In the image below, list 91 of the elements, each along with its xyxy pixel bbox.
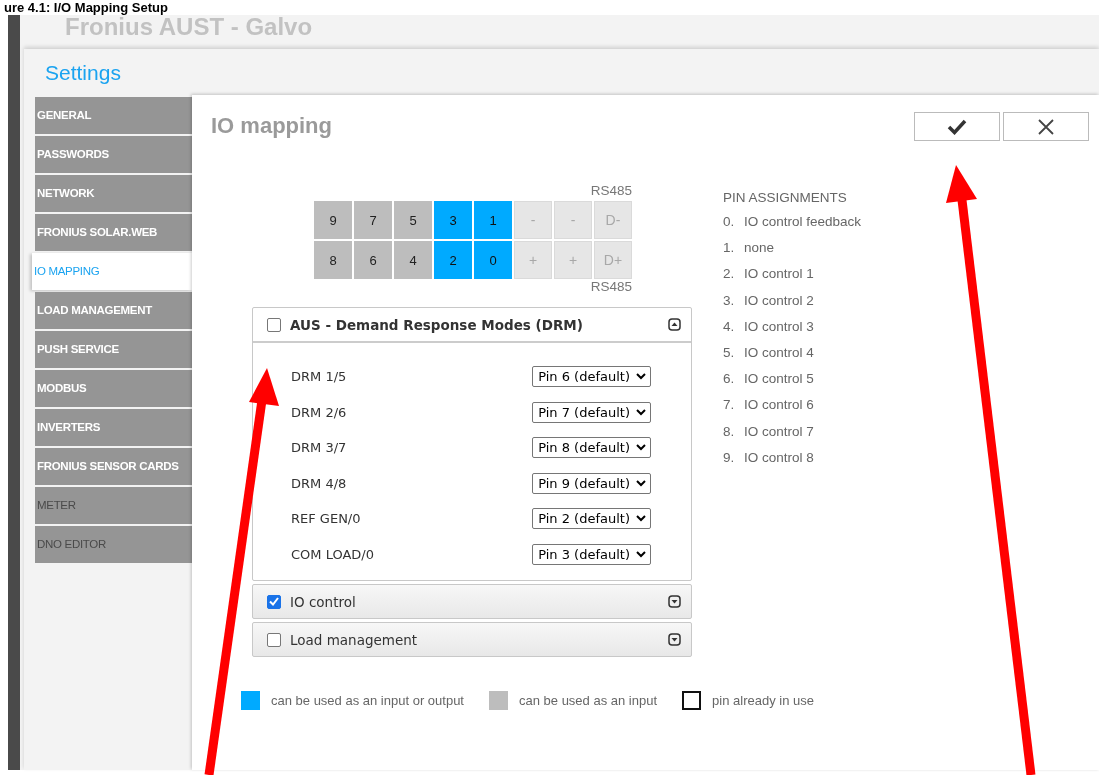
pin-cell: 4 xyxy=(394,241,432,279)
field-label: DRM 4/8 xyxy=(291,475,347,491)
legend-text: can be used as an input xyxy=(519,693,658,708)
pin-dropdown[interactable]: Pin 6 (default) xyxy=(532,366,651,388)
settings-title: Settings xyxy=(44,60,122,86)
pin-cell: 7 xyxy=(354,201,392,239)
pin-cell: 1 xyxy=(474,201,512,239)
list-number: 9. xyxy=(723,449,736,467)
pin-cell: 5 xyxy=(394,201,432,239)
pin-cell: - xyxy=(514,201,552,239)
expand-icon[interactable] xyxy=(668,595,681,608)
sidebar-item[interactable]: GENERAL xyxy=(35,97,192,134)
checkmark-icon xyxy=(947,118,967,135)
list-number: 2. xyxy=(723,266,736,284)
section-header[interactable]: IO control xyxy=(253,585,691,618)
assignment-text: IO control 2 xyxy=(744,292,814,310)
pin-cell: 6 xyxy=(354,241,392,279)
sidebar-item[interactable]: IO MAPPING xyxy=(32,253,192,290)
section-title: IO control xyxy=(290,593,357,610)
assignment-text: IO control 4 xyxy=(744,344,814,362)
section-title: AUS - Demand Response Modes (DRM) xyxy=(290,316,584,333)
collapse-icon[interactable] xyxy=(668,318,681,331)
pin-cell: D+ xyxy=(594,241,632,279)
sidebar-item[interactable]: FRONIUS SENSOR CARDS xyxy=(35,448,192,485)
list-number: 0. xyxy=(723,214,736,231)
section-header[interactable]: Load management xyxy=(253,623,691,656)
checkbox[interactable] xyxy=(267,317,281,332)
section-header[interactable]: AUS - Demand Response Modes (DRM) xyxy=(253,308,691,343)
assignment-text: IO control feedback xyxy=(744,214,862,231)
sidebar-item[interactable]: NETWORK xyxy=(35,175,192,212)
page-title: IO mapping xyxy=(211,113,333,140)
assignment-text: IO control 8 xyxy=(744,449,814,467)
pin-dropdown[interactable]: Pin 2 (default) xyxy=(532,508,651,530)
assignment-text: none xyxy=(744,240,775,258)
section-heading: PIN ASSIGNMENTS xyxy=(723,190,848,207)
legend-swatch xyxy=(682,691,702,710)
section-title: Load management xyxy=(290,631,419,648)
pin-dropdown[interactable]: Pin 9 (default) xyxy=(532,472,651,494)
sidebar-item[interactable]: INVERTERS xyxy=(35,409,192,446)
sidebar-item[interactable]: PASSWORDS xyxy=(35,136,192,173)
assignment-text: IO control 6 xyxy=(744,397,814,415)
caret-icon xyxy=(636,550,646,558)
list-number: 3. xyxy=(723,292,736,310)
checkbox[interactable] xyxy=(267,632,281,647)
caret-icon xyxy=(636,444,646,452)
legend-text: can be used as an input or output xyxy=(271,693,464,708)
list-number: 1. xyxy=(723,240,736,258)
sidebar-item[interactable]: LOAD MANAGEMENT xyxy=(35,292,192,329)
pin-cell: - xyxy=(554,201,592,239)
field-label: DRM 3/7 xyxy=(291,440,347,456)
list-number: 7. xyxy=(723,397,736,415)
field-label: DRM 1/5 xyxy=(291,369,347,385)
close-button[interactable] xyxy=(1003,112,1089,141)
list-number: 6. xyxy=(723,371,736,389)
legend-text: pin already in use xyxy=(712,693,814,708)
list-number: 4. xyxy=(723,318,736,336)
pin-cell: 8 xyxy=(314,241,352,279)
assignment-text: IO control 5 xyxy=(744,371,814,389)
assignment-text: IO control 1 xyxy=(744,266,814,284)
pin-dropdown[interactable]: Pin 8 (default) xyxy=(532,437,651,459)
caret-icon xyxy=(636,408,646,416)
close-icon xyxy=(1037,117,1055,136)
assignment-text: IO control 3 xyxy=(744,318,814,336)
expand-icon[interactable] xyxy=(668,633,681,646)
field-label: COM LOAD/0 xyxy=(291,546,374,562)
sidebar-item[interactable]: FRONIUS SOLAR.WEB xyxy=(35,214,192,251)
caret-icon xyxy=(636,515,646,523)
legend-swatch xyxy=(489,691,508,710)
sidebar-item[interactable]: MODBUS xyxy=(35,370,192,407)
sidebar-item[interactable]: PUSH SERVICE xyxy=(35,331,192,368)
list-number: 8. xyxy=(723,423,736,441)
port-label: RS485 xyxy=(590,183,632,200)
pin-cell: 9 xyxy=(314,201,352,239)
pin-cell: D- xyxy=(594,201,632,239)
legend-swatch xyxy=(241,691,260,710)
field-label: REF GEN/0 xyxy=(291,511,361,527)
list-number: 5. xyxy=(723,344,736,362)
pin-dropdown[interactable]: Pin 7 (default) xyxy=(532,401,651,423)
pin-cell: + xyxy=(554,241,592,279)
pin-cell: + xyxy=(514,241,552,279)
port-label: RS485 xyxy=(590,279,632,296)
assignment-text: IO control 7 xyxy=(744,423,814,441)
pin-cell: 2 xyxy=(434,241,472,279)
confirm-button[interactable] xyxy=(914,112,1000,141)
pin-dropdown[interactable]: Pin 3 (default) xyxy=(532,543,651,565)
pin-cell: 0 xyxy=(474,241,512,279)
caret-icon xyxy=(636,479,646,487)
pin-cell: 3 xyxy=(434,201,472,239)
caret-icon xyxy=(636,373,646,381)
field-label: DRM 2/6 xyxy=(291,404,347,420)
checkbox[interactable] xyxy=(267,594,281,609)
